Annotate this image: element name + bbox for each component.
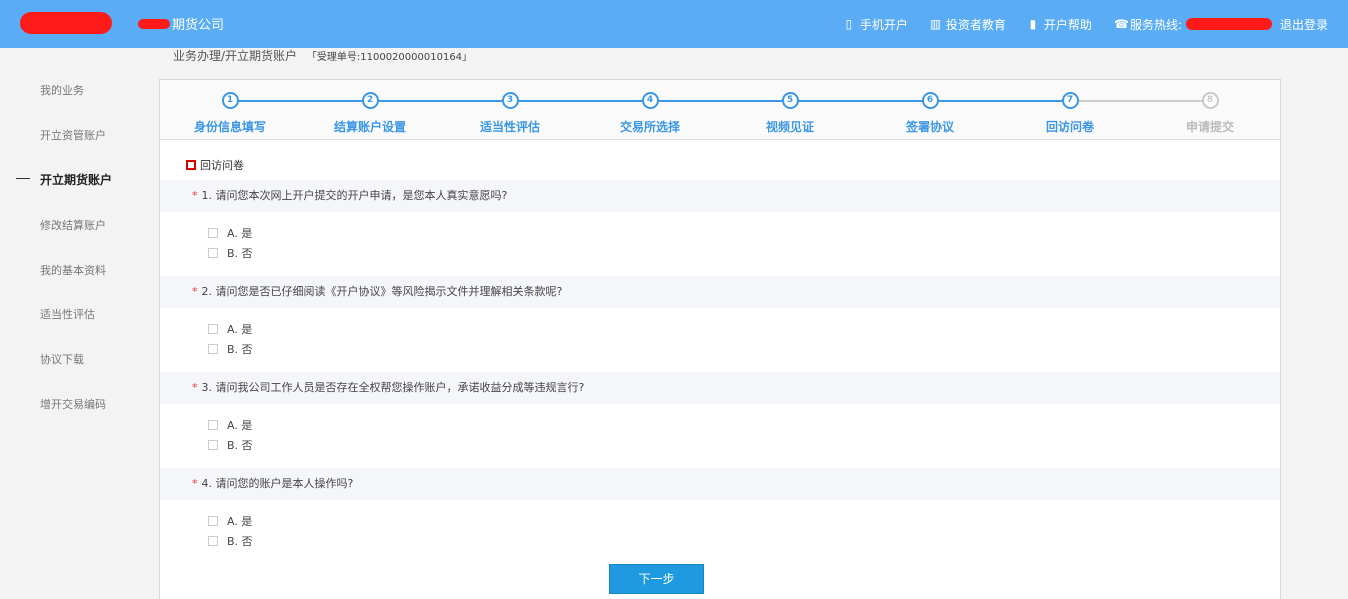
step-4-label: 交易所选择 xyxy=(619,120,680,134)
required-star: * xyxy=(192,477,198,490)
nav-mobile-account-label: 手机开户 xyxy=(859,17,908,32)
step-5: 5 视频见证 xyxy=(730,92,850,135)
required-star: * xyxy=(192,285,198,298)
nav-mobile-account[interactable]: ▯ 手机开户 xyxy=(844,16,908,33)
option-label: A. 是 xyxy=(227,323,253,336)
step-4: 4 交易所选择 xyxy=(590,92,710,135)
mobile-icon: ▯ xyxy=(845,17,853,31)
required-star: * xyxy=(192,381,198,394)
company-name-redacted xyxy=(138,18,170,29)
header-nav: ▯ 手机开户 ▥ 投资者教育 ▮ 开户帮助 ☎ 服务热线: 退出登录 xyxy=(822,0,1328,48)
question-2-option-b[interactable]: B. 否 xyxy=(208,341,253,357)
required-star: * xyxy=(192,189,198,202)
top-header: 期货公司 ▯ 手机开户 ▥ 投资者教育 ▮ 开户帮助 ☎ 服务热线: 退出登录 xyxy=(0,0,1348,48)
nav-account-help-label: 开户帮助 xyxy=(1043,17,1092,32)
books-icon: ▥ xyxy=(929,17,942,31)
logo-redacted xyxy=(20,12,112,34)
step-7: 7 回访问卷 xyxy=(1010,92,1130,135)
section-marker-icon xyxy=(186,160,196,170)
phone-icon: ☎ xyxy=(1113,17,1129,31)
step-1-circle: 1 xyxy=(221,92,239,109)
step-6-label: 签署协议 xyxy=(905,120,954,134)
checkbox[interactable] xyxy=(208,228,218,238)
step-8: 8 申请提交 xyxy=(1150,92,1270,135)
question-4-option-a[interactable]: A. 是 xyxy=(208,513,252,529)
section-title: 回访问卷 xyxy=(186,157,244,173)
step-2-label: 结算账户设置 xyxy=(333,120,406,134)
sidebar-item-add-trading-code[interactable]: 增开交易编码 xyxy=(40,396,106,412)
checkbox[interactable] xyxy=(208,536,218,546)
step-3-label: 适当性评估 xyxy=(479,120,540,134)
sidebar-item-open-asset-account[interactable]: 开立资管账户 xyxy=(40,127,106,143)
question-3-text: 3. 请问我公司工作人员是否存在全权帮您操作账户，承诺收益分成等违规言行? xyxy=(201,381,585,394)
checkbox[interactable] xyxy=(208,248,218,258)
question-1-option-a[interactable]: A. 是 xyxy=(208,225,252,241)
sidebar-item-open-futures-account[interactable]: 开立期货账户 xyxy=(40,171,112,188)
step-6-circle: 6 xyxy=(921,92,939,109)
option-label: A. 是 xyxy=(227,227,253,240)
step-4-circle: 4 xyxy=(641,92,659,109)
nav-investor-education-label: 投资者教育 xyxy=(945,17,1006,32)
step-7-circle: 7 xyxy=(1061,92,1079,109)
option-label: B. 否 xyxy=(227,343,253,356)
breadcrumb: 业务办理/开立期货账户 「受理单号:1100020000010164」 xyxy=(173,47,472,64)
step-1: 1 身份信息填写 xyxy=(170,92,290,135)
sidebar-item-modify-settlement-account[interactable]: 修改结算账户 xyxy=(40,217,106,233)
question-1-text: 1. 请问您本次网上开户提交的开户申请，是您本人真实意愿吗? xyxy=(201,189,508,202)
question-2-text: 2. 请问您是否已仔细阅读《开户协议》等风险揭示文件并理解相关条款呢? xyxy=(201,285,563,298)
checkbox[interactable] xyxy=(208,516,218,526)
next-step-button[interactable]: 下一步 xyxy=(609,564,704,594)
bookmark-icon: ▮ xyxy=(1029,17,1037,31)
question-3-option-b[interactable]: B. 否 xyxy=(208,437,253,453)
option-label: B. 否 xyxy=(227,439,253,452)
step-1-label: 身份信息填写 xyxy=(193,120,266,134)
breadcrumb-path: 业务办理/开立期货账户 xyxy=(173,49,298,63)
nav-investor-education[interactable]: ▥ 投资者教育 xyxy=(930,16,1006,33)
hotline-number-redacted xyxy=(1185,18,1272,30)
question-1-option-b[interactable]: B. 否 xyxy=(208,245,253,261)
company-suffix: 期货公司 xyxy=(172,18,225,33)
nav-service-hotline: ☎ 服务热线: xyxy=(1114,16,1272,33)
question-1: * 1. 请问您本次网上开户提交的开户申请，是您本人真实意愿吗? xyxy=(160,180,1280,212)
logout-link[interactable]: 退出登录 xyxy=(1280,16,1328,33)
checkbox[interactable] xyxy=(208,324,218,334)
section-title-text: 回访问卷 xyxy=(200,159,244,172)
option-label: B. 否 xyxy=(227,247,253,260)
checkbox[interactable] xyxy=(208,344,218,354)
option-label: B. 否 xyxy=(227,535,253,548)
step-2: 2 结算账户设置 xyxy=(310,92,430,135)
step-6: 6 签署协议 xyxy=(870,92,990,135)
question-3: * 3. 请问我公司工作人员是否存在全权帮您操作账户，承诺收益分成等违规言行? xyxy=(160,372,1280,404)
option-label: A. 是 xyxy=(227,515,253,528)
sidebar-item-suitability[interactable]: 适当性评估 xyxy=(40,306,95,322)
nav-account-help[interactable]: ▮ 开户帮助 xyxy=(1028,16,1092,33)
question-4-option-b[interactable]: B. 否 xyxy=(208,533,253,549)
checkbox[interactable] xyxy=(208,440,218,450)
sidebar-item-basic-info[interactable]: 我的基本资料 xyxy=(40,262,106,278)
checkbox[interactable] xyxy=(208,420,218,430)
company-name: 期货公司 xyxy=(138,14,224,33)
question-2-option-a[interactable]: A. 是 xyxy=(208,321,252,337)
step-5-circle: 5 xyxy=(781,92,799,109)
question-4-text: 4. 请问您的账户是本人操作吗? xyxy=(201,477,354,490)
step-3-circle: 3 xyxy=(501,92,519,109)
question-4: * 4. 请问您的账户是本人操作吗? xyxy=(160,468,1280,500)
sidebar-item-agreement-download[interactable]: 协议下载 xyxy=(40,351,84,367)
step-5-label: 视频见证 xyxy=(765,120,814,134)
active-indicator xyxy=(16,178,30,179)
progress-steps: 1 身份信息填写 2 结算账户设置 3 适当性评估 4 交易所选择 5 视频见证… xyxy=(160,80,1280,140)
step-7-label: 回访问卷 xyxy=(1045,120,1094,134)
sidebar-item-my-business[interactable]: 我的业务 xyxy=(40,82,84,98)
step-3: 3 适当性评估 xyxy=(450,92,570,135)
question-3-option-a[interactable]: A. 是 xyxy=(208,417,252,433)
question-2: * 2. 请问您是否已仔细阅读《开户协议》等风险揭示文件并理解相关条款呢? xyxy=(160,276,1280,308)
service-hotline-label: 服务热线: xyxy=(1129,17,1182,32)
step-8-circle: 8 xyxy=(1201,92,1219,109)
step-2-circle: 2 xyxy=(361,92,379,109)
step-8-label: 申请提交 xyxy=(1185,120,1234,134)
sidebar: 我的业务 开立资管账户 开立期货账户 修改结算账户 我的基本资料 适当性评估 协… xyxy=(0,48,150,599)
main-panel: 1 身份信息填写 2 结算账户设置 3 适当性评估 4 交易所选择 5 视频见证… xyxy=(159,79,1281,599)
ticket-number: 「受理单号:1100020000010164」 xyxy=(306,52,473,63)
option-label: A. 是 xyxy=(227,419,253,432)
